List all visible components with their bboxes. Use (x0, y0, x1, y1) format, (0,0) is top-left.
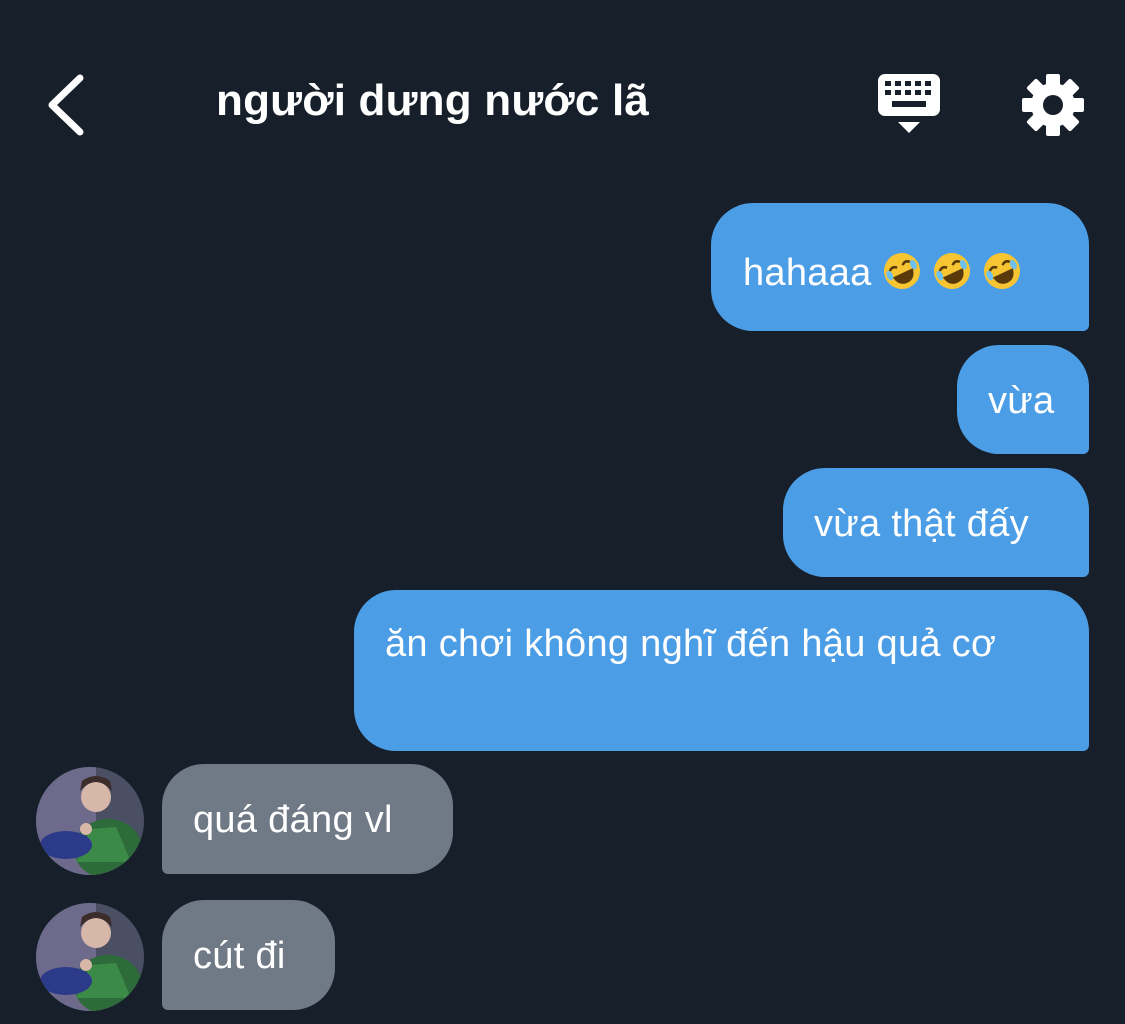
contact-avatar[interactable] (36, 767, 144, 875)
message-text: hahaaa (743, 252, 872, 294)
sent-message-bubble[interactable]: hahaaa (711, 203, 1089, 331)
sent-message-bubble[interactable]: vừa thật đấy (783, 468, 1089, 577)
message-text: vừa thật đấy (814, 503, 1029, 545)
rolling-laughing-emoji-icon (882, 251, 922, 291)
received-message-bubble[interactable]: quá đáng vl (162, 764, 453, 874)
conversation-title: người dưng nước lã (216, 76, 650, 125)
sent-message-bubble[interactable]: vừa (957, 345, 1089, 454)
keyboard-toggle-button[interactable] (874, 70, 944, 140)
rolling-laughing-emoji-icon (932, 251, 972, 291)
rolling-laughing-emoji-icon (982, 251, 1022, 291)
gear-icon (1022, 74, 1084, 136)
back-button[interactable] (40, 70, 100, 140)
message-text: cút đi (193, 935, 286, 977)
chevron-left-icon (48, 74, 84, 136)
chat-screen: người dưng nước lã hahaaa vừa vừa thật đ… (0, 0, 1125, 1024)
settings-button[interactable] (1020, 72, 1086, 138)
avatar-photo (36, 767, 144, 875)
message-text: quá đáng vl (193, 799, 393, 841)
avatar-photo (36, 903, 144, 1011)
sent-message-bubble[interactable]: ăn chơi không nghĩ đến hậu quả cơ (354, 590, 1089, 751)
chat-header: người dưng nước lã (0, 0, 1125, 190)
keyboard-icon (878, 74, 940, 133)
received-message-bubble[interactable]: cút đi (162, 900, 335, 1010)
message-text: vừa (988, 380, 1055, 422)
contact-avatar[interactable] (36, 903, 144, 1011)
message-text: ăn chơi không nghĩ đến hậu quả cơ (385, 623, 997, 665)
